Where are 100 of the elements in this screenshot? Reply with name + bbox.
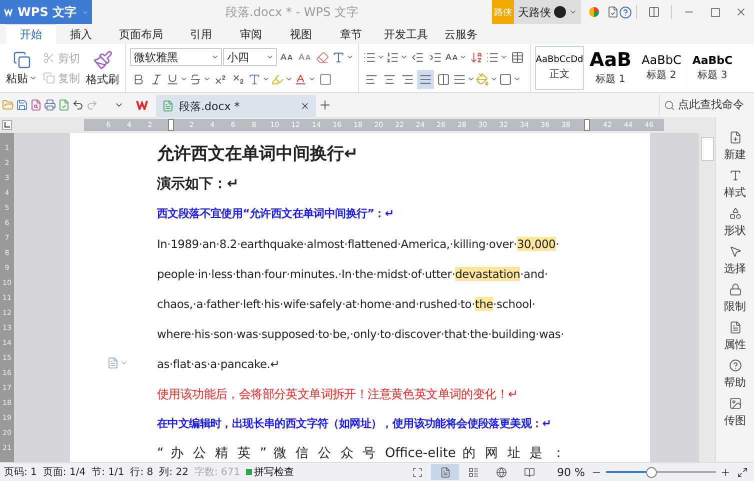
- side-panel-button[interactable]: 形状: [724, 207, 746, 238]
- undo-icon[interactable]: [72, 99, 84, 111]
- caret-icon: [308, 75, 316, 83]
- close-icon[interactable]: [300, 101, 310, 111]
- paintbrush-icon: [92, 50, 112, 70]
- caret-icon: [211, 53, 219, 61]
- color-wheel-icon: [588, 6, 600, 18]
- side-panel-button[interactable]: 限制: [724, 283, 746, 314]
- zoom-thumb[interactable]: [646, 466, 658, 478]
- side-panel-button[interactable]: 传图: [724, 397, 746, 428]
- zoom-in-icon[interactable]: [720, 466, 731, 478]
- ribbon-tab[interactable]: 云服务: [436, 24, 486, 44]
- new-icon: [728, 131, 742, 144]
- page-view-icon: [440, 466, 451, 478]
- paragraph-line: where·his·son·was·supposed·to·be,·only·to·discover·that·the·building·was·: [157, 326, 564, 343]
- font-size-field[interactable]: 小四: [223, 48, 277, 66]
- command-search-field[interactable]: 点此查找命令: [659, 95, 754, 115]
- image-icon: [728, 397, 742, 410]
- right-indent-marker[interactable]: [584, 119, 590, 131]
- side-panel-button[interactable]: 新建: [724, 131, 746, 162]
- save-icon[interactable]: [16, 99, 28, 111]
- caret-icon: [120, 359, 128, 367]
- account-logo-icon: [554, 6, 566, 18]
- user-account-button[interactable]: 天路侠: [514, 0, 581, 24]
- ribbon-tab[interactable]: 开始: [6, 24, 56, 44]
- paste-button[interactable]: 粘贴: [4, 48, 39, 88]
- style-preset[interactable]: AaBbCcDd 正文: [535, 46, 584, 90]
- note-text: 在中文编辑时，出现长串的西文字符（如网址），使用该功能将会使段落更美观：↵: [157, 416, 552, 432]
- shape-icon: [728, 207, 742, 220]
- caret-icon: [266, 53, 274, 61]
- scroll-thumb[interactable]: [700, 137, 714, 161]
- ribbon-tab[interactable]: 章节: [326, 24, 376, 44]
- caret-icon: [400, 53, 408, 61]
- italic-icon: [150, 72, 163, 86]
- side-panel-button[interactable]: 属性: [724, 321, 746, 352]
- font-color-icon: [294, 72, 307, 86]
- style-preview: AaB: [589, 50, 632, 70]
- wps-logo-icon: [136, 100, 148, 110]
- ribbon-tab[interactable]: 插入: [56, 24, 106, 44]
- app-menu-button[interactable]: WPS 文字: [0, 0, 92, 24]
- style-label: 标题 2: [646, 68, 676, 82]
- align-right-icon: [401, 72, 414, 86]
- ribbon-tab[interactable]: 视图: [276, 24, 326, 44]
- align-left-icon: [365, 72, 378, 86]
- view-mode-button[interactable]: [431, 464, 460, 480]
- document-heading: 演示如下：↵: [157, 174, 240, 194]
- font-family-field[interactable]: 微软雅黑: [130, 48, 222, 66]
- help-icon[interactable]: [619, 6, 632, 18]
- side-panel-button[interactable]: 帮助: [724, 359, 746, 390]
- spell-check-button[interactable]: 拼写检查: [246, 465, 294, 479]
- paragraph-line: “ 办 公 精 英 ” 微 信 公 众 号 Office-elite 的 网 址 是 ：: [157, 445, 565, 462]
- style-preview: AaBbC: [642, 54, 682, 66]
- paragraph-line: as·flat·as·a·pancake.↵: [157, 356, 280, 373]
- scrollbar[interactable]: [699, 133, 715, 462]
- phonetic-icon: [332, 50, 345, 64]
- window-title: 段落.docx * - WPS 文字: [224, 4, 360, 20]
- side-panel-button[interactable]: 选择: [724, 245, 746, 276]
- caret-icon: [459, 53, 467, 61]
- superscript-icon: [214, 72, 227, 86]
- caret-icon: [262, 75, 270, 83]
- caret-icon: [569, 8, 577, 16]
- align-center-icon: [383, 72, 396, 86]
- document-icon[interactable]: [607, 6, 619, 18]
- justify-icon: [419, 72, 432, 86]
- format-painter-button[interactable]: 格式刷: [84, 48, 121, 88]
- strikethrough-icon: [189, 72, 202, 86]
- bold-icon: [132, 72, 145, 86]
- restrict-icon: [728, 283, 742, 296]
- style-icon: [728, 169, 742, 182]
- copy-icon: [43, 72, 55, 84]
- caret-icon: [490, 75, 498, 83]
- ribbon-tab[interactable]: 审阅: [226, 24, 276, 44]
- document-tab[interactable]: 段落.docx *: [156, 95, 316, 117]
- increase-indent-icon: [429, 50, 442, 64]
- status-text: 列: 22: [159, 466, 188, 479]
- style-preview: AaBbCcDd: [536, 56, 584, 64]
- status-text: 页码: 1: [4, 466, 37, 479]
- caret-icon: [467, 75, 475, 83]
- zoom-level: 90 %: [557, 466, 585, 478]
- status-text: 行: 8: [130, 466, 154, 479]
- new-tab-icon[interactable]: [318, 98, 332, 112]
- read-view-icon: [524, 466, 535, 478]
- web-view-icon: [496, 466, 507, 478]
- caret-icon: [500, 53, 508, 61]
- ribbon-tab[interactable]: 页面布局: [106, 24, 176, 44]
- help-icon: [728, 359, 742, 372]
- ribbon-tab[interactable]: 开发工具: [376, 24, 436, 44]
- document-title: 允许西文在单词中间换行↵: [157, 143, 360, 166]
- line-spacing-icon: [453, 72, 466, 86]
- fullscreen-icon[interactable]: [737, 466, 748, 478]
- indent-marker[interactable]: [168, 119, 174, 131]
- tab-stop-icon[interactable]: [2, 120, 12, 130]
- style-label: 标题 1: [596, 72, 626, 86]
- select-icon: [728, 245, 742, 258]
- window-icon: [648, 6, 660, 18]
- print-icon[interactable]: [44, 99, 56, 111]
- justify-button[interactable]: [417, 70, 434, 88]
- close-icon: [735, 6, 747, 18]
- ribbon-tab[interactable]: 引用: [176, 24, 226, 44]
- side-panel-button[interactable]: 样式: [724, 169, 746, 200]
